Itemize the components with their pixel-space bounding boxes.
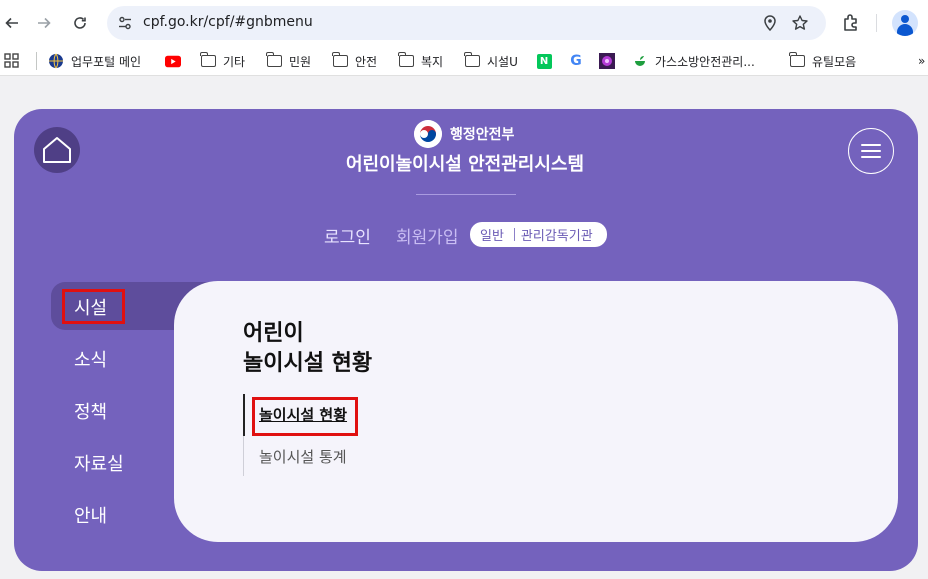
bookmark-folder-safety[interactable]: 안전 xyxy=(331,52,378,70)
home-button[interactable] xyxy=(34,127,80,173)
apps-grid-icon[interactable] xyxy=(4,52,20,70)
sidebar-item-guide[interactable]: 안내 xyxy=(74,502,107,528)
header-divider xyxy=(416,194,516,195)
hamburger-icon xyxy=(861,144,881,146)
extensions-puzzle-icon[interactable] xyxy=(840,11,862,33)
address-bar[interactable]: cpf.go.kr/cpf/#gnbmenu xyxy=(107,6,826,40)
bookmark-youtube[interactable] xyxy=(165,52,188,70)
bookmark-star-icon[interactable] xyxy=(791,14,809,32)
login-link[interactable]: 로그인 xyxy=(324,223,371,248)
bookmark-label: 업무포털 메인 xyxy=(71,54,142,69)
green-icon xyxy=(632,53,648,69)
folder-icon xyxy=(397,52,414,69)
bookmark-google[interactable]: G xyxy=(568,52,591,70)
bookmark-folder-facility[interactable]: 시설U xyxy=(463,52,518,70)
submenu-active-indicator xyxy=(243,394,245,436)
signup-link[interactable]: 회원가입 xyxy=(396,223,459,248)
taegeuk-emblem-icon xyxy=(414,120,442,148)
profile-avatar-icon[interactable] xyxy=(892,10,918,36)
site-title[interactable]: 어린이놀이시설 안전관리시스템 xyxy=(300,150,630,176)
folder-icon xyxy=(331,52,348,69)
folder-icon xyxy=(199,52,216,69)
bookmark-label: 민원 xyxy=(289,54,312,69)
ministry-brand: 행정안전부 xyxy=(414,120,514,148)
signup-general-option[interactable]: 일반 xyxy=(480,225,504,244)
reload-icon[interactable] xyxy=(68,11,92,35)
bookmark-folder-civil[interactable]: 민원 xyxy=(265,52,312,70)
submenu-item-playground-stats[interactable]: 놀이시설 통계 xyxy=(259,446,347,467)
highlight-box-playground-status xyxy=(252,397,358,436)
ministry-name: 행정안전부 xyxy=(450,127,515,143)
bookmark-folder-misc[interactable]: 기타 xyxy=(199,52,246,70)
flower-icon xyxy=(599,53,615,69)
google-icon: G xyxy=(570,53,582,69)
bookmark-folder-utils[interactable]: 유틸모음 xyxy=(788,52,857,70)
youtube-icon xyxy=(165,53,181,69)
signup-agency-option[interactable]: 관리감독기관 xyxy=(521,225,593,244)
bookmark-folder-welfare[interactable]: 복지 xyxy=(397,52,444,70)
bookmark-gas-fire[interactable]: 가스소방안전관리... xyxy=(632,52,755,70)
sidebar-item-news[interactable]: 소식 xyxy=(74,346,107,372)
more-bookmarks-icon[interactable]: » xyxy=(918,52,925,70)
bookmark-label: 시설U xyxy=(487,54,518,69)
folder-icon xyxy=(463,52,480,69)
forward-arrow-icon[interactable] xyxy=(32,11,56,35)
auth-links: 로그인 회원가입 일반 관리감독기관 xyxy=(0,222,928,248)
bookmarks-bar: 업무포털 메인 기타 민원 안전 복지 시설U N G 가스소방안전관리... … xyxy=(0,46,928,76)
member-type-toggle: 일반 관리감독기관 xyxy=(470,222,607,247)
bookmark-label: 기타 xyxy=(223,54,246,69)
bookmarks-divider xyxy=(36,52,37,70)
browser-toolbar: cpf.go.kr/cpf/#gnbmenu xyxy=(0,0,928,46)
sidebar-item-policy[interactable]: 정책 xyxy=(74,398,107,424)
url-text[interactable]: cpf.go.kr/cpf/#gnbmenu xyxy=(143,14,313,30)
bookmark-label: 가스소방안전관리... xyxy=(655,54,755,69)
bookmark-flower[interactable] xyxy=(599,52,622,70)
sidebar-item-library[interactable]: 자료실 xyxy=(74,450,124,476)
globe-icon xyxy=(48,53,64,69)
bookmark-label: 복지 xyxy=(421,54,444,69)
home-icon xyxy=(43,137,71,163)
folder-icon xyxy=(265,52,282,69)
toolbar-divider xyxy=(876,14,877,32)
submenu-title-line2: 놀이시설 현황 xyxy=(243,351,373,376)
naver-icon: N xyxy=(536,53,552,69)
submenu-title-line1: 어린이 xyxy=(243,321,304,346)
back-arrow-icon[interactable] xyxy=(0,11,24,35)
bookmark-naver[interactable]: N xyxy=(536,52,559,70)
bookmark-portal[interactable]: 업무포털 메인 xyxy=(48,52,141,70)
menu-toggle-button[interactable] xyxy=(848,128,894,174)
site-settings-icon[interactable] xyxy=(117,15,133,31)
location-pin-icon[interactable] xyxy=(761,14,779,32)
highlight-box-facility xyxy=(62,289,125,324)
bookmark-label: 유틸모음 xyxy=(812,54,857,69)
folder-icon xyxy=(788,52,805,69)
bookmark-label: 안전 xyxy=(355,54,378,69)
